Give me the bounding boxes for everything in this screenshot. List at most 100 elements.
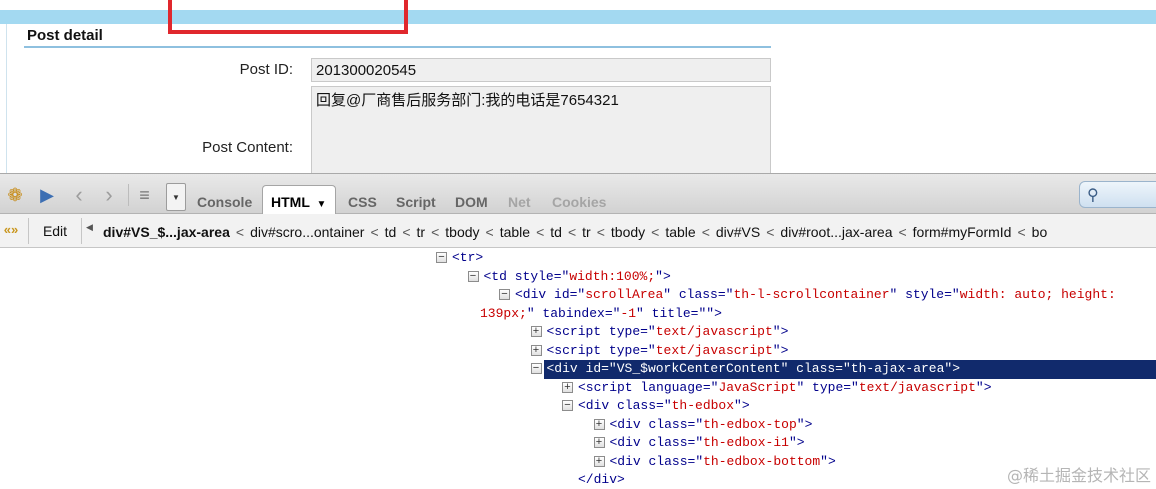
back-icon[interactable]: ‹	[68, 182, 90, 207]
attr-name: " type="	[796, 379, 859, 395]
breadcrumb-separator: <	[370, 224, 379, 240]
breadcrumb-item[interactable]: tbody	[445, 224, 479, 240]
tag-name: <script	[578, 379, 641, 395]
breadcrumb-item[interactable]: table	[665, 224, 695, 240]
attr-name: " class="	[663, 287, 734, 302]
breadcrumb-item[interactable]: td	[550, 224, 562, 240]
breadcrumb-separator: <	[402, 224, 411, 240]
expand-icon[interactable]: +	[593, 418, 605, 430]
breadcrumb-separator: <	[567, 224, 577, 240]
breadcrumb-item[interactable]: tr	[417, 224, 426, 240]
breadcrumb-item[interactable]: div#VS	[716, 224, 760, 240]
crumb-scroll-left-icon[interactable]: ◀	[86, 222, 93, 233]
tree-node[interactable]: 139px;" tabindex="-1" title="">	[480, 305, 722, 324]
attr-name: "	[975, 379, 984, 395]
breadcrumb-item[interactable]: td	[385, 224, 397, 240]
firebug-toolbar: ❁ ▶ ‹ › ≡ ▼ Console HTML ▼ CSS Script DO…	[0, 173, 1156, 216]
collapse-icon[interactable]: −	[530, 363, 542, 374]
attr-name: "	[820, 453, 828, 469]
tree-node[interactable]: <script type="text/javascript">	[547, 342, 789, 361]
tree-node[interactable]: <div class="th-edbox-top">	[610, 416, 813, 435]
breadcrumb-item[interactable]: div#VS_$...jax-area	[103, 224, 230, 240]
attr-name: class="	[648, 453, 704, 469]
chevron-down-icon: ▼	[316, 199, 327, 210]
attr-value: text/javascript	[655, 324, 773, 339]
attr-value: 139px;	[480, 305, 527, 321]
menu-dropdown[interactable]: ▼	[166, 183, 186, 211]
tree-node[interactable]: <script type="text/javascript">	[547, 323, 789, 342]
attr-value: th-edbox	[671, 398, 735, 413]
tab-script[interactable]: Script	[396, 192, 436, 216]
attr-value: width:100%;	[569, 268, 656, 284]
attr-name: "	[734, 398, 742, 413]
breadcrumb-separator: <	[898, 224, 907, 240]
breadcrumb-item[interactable]: div#root...jax-area	[780, 224, 892, 240]
firebug-icon[interactable]: ❁	[0, 184, 30, 206]
tree-node[interactable]: <div class="th-edbox-bottom">	[610, 453, 836, 472]
breadcrumb-item[interactable]: div#scro...ontainer	[250, 224, 364, 240]
attr-value: VS_$workCenterContent	[616, 361, 781, 376]
attr-value: text/javascript	[655, 342, 773, 358]
tree-node-selected[interactable]: <div id="VS_$workCenterContent" class="t…	[543, 360, 1156, 379]
expand-icon[interactable]: +	[530, 326, 542, 337]
command-list-icon[interactable]: ≡	[128, 184, 160, 206]
collapse-icon[interactable]: −	[562, 400, 573, 411]
breadcrumb-item[interactable]: form#myFormId	[913, 224, 1012, 240]
attr-name: class="	[648, 416, 704, 432]
tag-name: <div	[515, 287, 555, 302]
breadcrumb-items: div#VS_$...jax-area < div#scro...ontainer <…	[103, 224, 1047, 240]
tab-css[interactable]: CSS	[348, 192, 377, 216]
breadcrumb-item[interactable]: tbody	[611, 224, 645, 240]
tab-cookies[interactable]: Cookies	[552, 192, 606, 216]
tree-node[interactable]: <tr>	[452, 249, 483, 268]
attr-value: th-edbox-top	[703, 416, 797, 432]
tag-name: >	[714, 305, 722, 321]
attr-name: type="	[608, 342, 656, 358]
expand-icon[interactable]: +	[593, 455, 605, 467]
tree-node[interactable]: <script language="JavaScript" type="text…	[578, 379, 992, 398]
tab-net[interactable]: Net	[508, 192, 531, 216]
breadcrumb-separator: <	[485, 224, 494, 240]
tag-name: >	[983, 379, 992, 395]
tag-name: >	[662, 268, 671, 284]
attr-value: th-l-scrollcontainer	[733, 287, 890, 302]
post-id-label: Post ID:	[239, 61, 293, 78]
attr-value: th-edbox-i1	[703, 435, 789, 450]
tag-name: >	[827, 453, 836, 469]
attr-value: -1	[620, 305, 637, 321]
tab-console[interactable]: Console	[197, 192, 252, 216]
attr-name: " title="	[636, 305, 707, 321]
breadcrumb-item[interactable]: bo	[1032, 224, 1048, 240]
breadcrumb-item[interactable]: tr	[582, 224, 591, 240]
collapse-icon[interactable]: −	[467, 270, 479, 282]
expand-arrows-icon[interactable]: «»	[0, 222, 22, 240]
tab-dom[interactable]: DOM	[455, 192, 488, 216]
attr-name: id="	[585, 361, 617, 376]
search-input[interactable]: ⚲	[1079, 181, 1156, 208]
tree-node[interactable]: <div class="th-edbox">	[578, 397, 750, 416]
expand-icon[interactable]: +	[530, 344, 542, 356]
breadcrumb-item[interactable]: table	[500, 224, 530, 240]
post-id-field[interactable]: 201300020545	[311, 58, 771, 82]
attr-name: class="	[648, 435, 704, 450]
tag-name: >	[804, 416, 813, 432]
html-tree: − <tr> − <td style="width:100%;"> − <div id="…	[0, 248, 1156, 489]
tree-node[interactable]: <div class="th-edbox-i1">	[610, 434, 805, 453]
attr-name: style="	[514, 268, 570, 284]
edit-button[interactable]: Edit	[28, 218, 82, 244]
panel-title: Post detail	[27, 27, 103, 44]
inspect-icon[interactable]: ▶	[34, 184, 60, 206]
web-page: Post detail Post ID: 201300020545 Post C…	[0, 0, 1156, 173]
attr-name: "	[788, 435, 797, 450]
tab-html[interactable]: HTML ▼	[262, 185, 337, 216]
breadcrumb: «» Edit ◀ div#VS_$...jax-area < div#scro..…	[0, 214, 1156, 248]
forward-icon[interactable]: ›	[98, 182, 120, 207]
collapse-icon[interactable]: −	[499, 289, 510, 300]
collapse-icon[interactable]: −	[436, 252, 447, 263]
tree-node[interactable]: </div>	[578, 471, 625, 489]
tree-node[interactable]: <td style="width:100%;">	[484, 268, 671, 287]
tree-node[interactable]: <div id="scrollArea" class="th-l-scrollc…	[515, 286, 1116, 305]
expand-icon[interactable]: +	[562, 381, 573, 393]
expand-icon[interactable]: +	[593, 437, 605, 448]
post-content-field[interactable]: 回复@厂商售后服务部门:我的电话是7654321	[311, 86, 771, 173]
